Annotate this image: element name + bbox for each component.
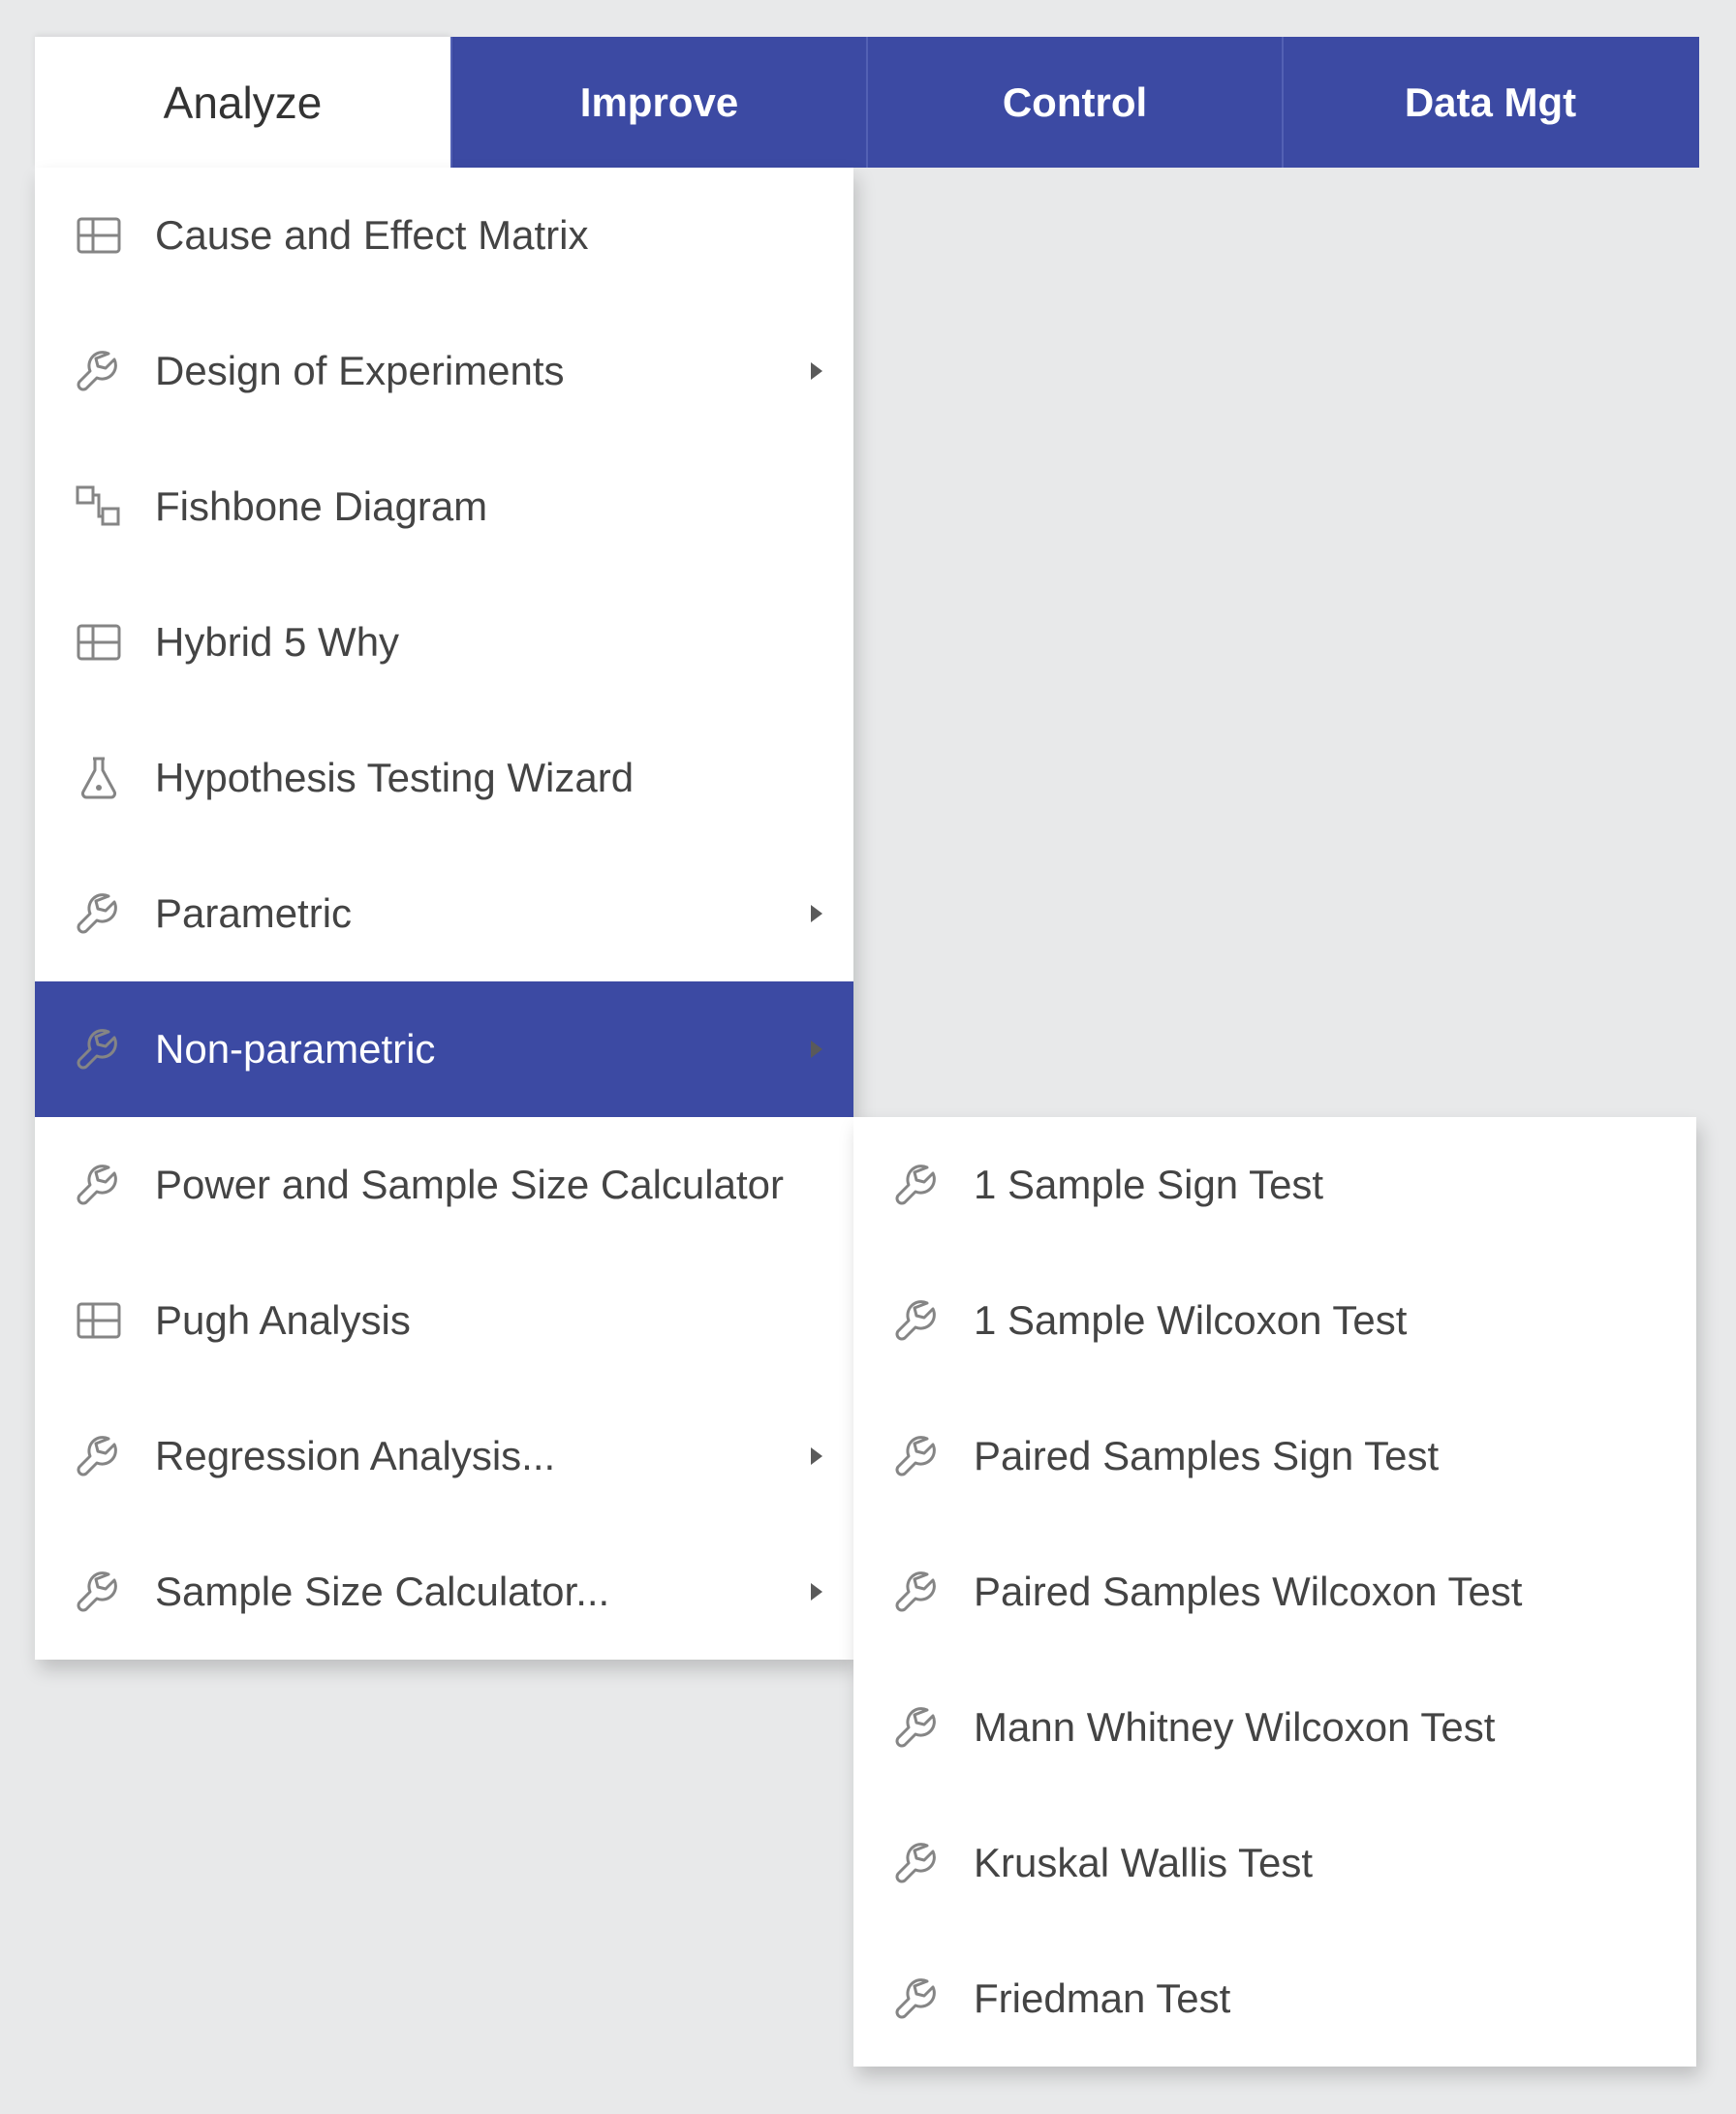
menu-item-label: Pugh Analysis	[155, 1297, 822, 1344]
menu-item-label: Hybrid 5 Why	[155, 619, 822, 666]
menu-item-parametric[interactable]: Parametric	[35, 846, 853, 981]
menu-item-hybrid-5-why[interactable]: Hybrid 5 Why	[35, 575, 853, 710]
submenu-item-paired-sign[interactable]: Paired Samples Sign Test	[853, 1388, 1696, 1524]
wrench-icon	[894, 1427, 964, 1485]
fishbone-icon	[76, 478, 145, 536]
chevron-right-icon	[811, 905, 822, 922]
menu-item-label: Fishbone Diagram	[155, 483, 822, 530]
submenu-item-kruskal-wallis[interactable]: Kruskal Wallis Test	[853, 1795, 1696, 1931]
wrench-icon	[76, 342, 145, 400]
submenu-item-1-sample-wilcoxon[interactable]: 1 Sample Wilcoxon Test	[853, 1253, 1696, 1388]
matrix-icon	[76, 1291, 145, 1350]
chevron-right-icon	[811, 362, 822, 380]
wrench-icon	[894, 1156, 964, 1214]
submenu-item-label: Paired Samples Wilcoxon Test	[974, 1569, 1665, 1615]
tab-control[interactable]: Control	[866, 37, 1282, 168]
tab-data-mgt[interactable]: Data Mgt	[1282, 37, 1697, 168]
wrench-icon	[894, 1970, 964, 2028]
menu-item-design-of-experiments[interactable]: Design of Experiments	[35, 303, 853, 439]
menu-item-label: Power and Sample Size Calculator	[155, 1162, 822, 1208]
tab-label: Analyze	[164, 77, 323, 129]
non-parametric-submenu: 1 Sample Sign Test 1 Sample Wilcoxon Tes…	[853, 1117, 1696, 2067]
menu-item-power-sample-size-calc[interactable]: Power and Sample Size Calculator	[35, 1117, 853, 1253]
menu-item-label: Hypothesis Testing Wizard	[155, 755, 822, 801]
menu-item-label: Regression Analysis...	[155, 1433, 788, 1479]
tab-label: Improve	[580, 79, 738, 126]
menu-item-label: Cause and Effect Matrix	[155, 212, 822, 259]
wrench-icon	[894, 1291, 964, 1350]
menu-item-fishbone-diagram[interactable]: Fishbone Diagram	[35, 439, 853, 575]
wrench-icon	[76, 1156, 145, 1214]
matrix-icon	[76, 206, 145, 264]
submenu-item-label: Kruskal Wallis Test	[974, 1840, 1665, 1886]
submenu-item-mann-whitney[interactable]: Mann Whitney Wilcoxon Test	[853, 1660, 1696, 1795]
menu-item-non-parametric[interactable]: Non-parametric	[35, 981, 853, 1117]
submenu-item-paired-wilcoxon[interactable]: Paired Samples Wilcoxon Test	[853, 1524, 1696, 1660]
matrix-icon	[76, 613, 145, 671]
tab-label: Control	[1003, 79, 1147, 126]
menu-item-pugh-analysis[interactable]: Pugh Analysis	[35, 1253, 853, 1388]
submenu-item-label: Friedman Test	[974, 1975, 1665, 2022]
top-tabbar: Analyze Improve Control Data Mgt	[35, 37, 1699, 168]
chevron-right-icon	[811, 1583, 822, 1601]
menu-item-label: Design of Experiments	[155, 348, 788, 394]
wrench-icon	[76, 1563, 145, 1621]
submenu-item-friedman[interactable]: Friedman Test	[853, 1931, 1696, 2067]
submenu-item-label: 1 Sample Wilcoxon Test	[974, 1297, 1665, 1344]
tab-analyze[interactable]: Analyze	[35, 37, 450, 168]
submenu-item-label: Paired Samples Sign Test	[974, 1433, 1665, 1479]
menu-item-label: Non-parametric	[155, 1026, 788, 1073]
menu-item-label: Parametric	[155, 890, 788, 937]
chevron-right-icon	[811, 1041, 822, 1058]
submenu-item-1-sample-sign[interactable]: 1 Sample Sign Test	[853, 1117, 1696, 1253]
wrench-icon	[76, 1427, 145, 1485]
menu-item-sample-size-calculator[interactable]: Sample Size Calculator...	[35, 1524, 853, 1660]
flask-icon	[76, 749, 145, 807]
wrench-icon	[76, 1020, 145, 1078]
submenu-item-label: 1 Sample Sign Test	[974, 1162, 1665, 1208]
menu-item-cause-effect-matrix[interactable]: Cause and Effect Matrix	[35, 168, 853, 303]
menu-item-regression-analysis[interactable]: Regression Analysis...	[35, 1388, 853, 1524]
menu-item-hypothesis-testing-wizard[interactable]: Hypothesis Testing Wizard	[35, 710, 853, 846]
chevron-right-icon	[811, 1447, 822, 1465]
wrench-icon	[894, 1563, 964, 1621]
tab-label: Data Mgt	[1405, 79, 1576, 126]
submenu-item-label: Mann Whitney Wilcoxon Test	[974, 1704, 1665, 1751]
wrench-icon	[76, 885, 145, 943]
menu-item-label: Sample Size Calculator...	[155, 1569, 788, 1615]
tab-improve[interactable]: Improve	[450, 37, 866, 168]
wrench-icon	[894, 1834, 964, 1892]
wrench-icon	[894, 1698, 964, 1756]
analyze-dropdown: Cause and Effect Matrix Design of Experi…	[35, 168, 853, 1660]
